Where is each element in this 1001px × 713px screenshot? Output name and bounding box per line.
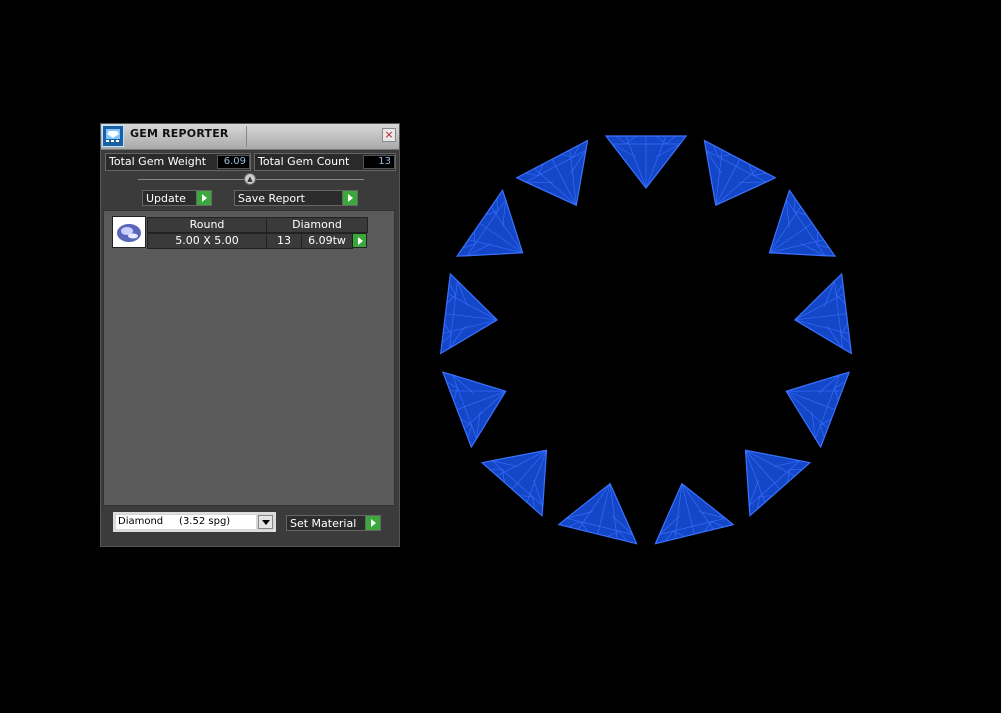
gem-shape-header: Round [147,217,267,233]
gem-wireframe [557,482,638,545]
play-arrow-icon [342,191,357,205]
total-gem-weight-box: Total Gem Weight 6.09 [105,153,251,171]
set-material-button[interactable]: Set Material [286,515,381,531]
gem-list: Round Diamond 5.00 X 5.00 13 6.09tw [103,210,395,506]
update-button-label: Update [146,192,186,205]
gem-wireframe [439,272,499,355]
gem-wireframe [654,482,735,545]
gem-reporter-icon [102,125,124,147]
gem-size-cell: 5.00 X 5.00 [147,233,267,249]
gem-reporter-panel: GEM REPORTER × Total Gem Weight 6.09 Tot… [100,123,400,547]
gem-count-cell: 13 [266,233,302,249]
round-gem-thumbnail-icon [112,216,146,248]
chevron-down-icon[interactable] [258,515,273,529]
gem-wireframe [441,371,507,449]
play-arrow-icon [365,516,380,530]
title-bar[interactable]: GEM REPORTER × [101,124,399,150]
gem-3d-viewport[interactable] [420,120,870,560]
gem-wireframe [515,139,589,207]
window-title: GEM REPORTER [130,127,229,140]
gem-wireframe [455,188,524,257]
title-separator [246,126,247,147]
total-gem-count-label: Total Gem Count [258,155,350,168]
gem-wireframe [768,188,837,257]
set-material-button-label: Set Material [290,517,357,530]
save-report-button-label: Save Report [238,192,305,205]
close-button[interactable]: × [382,128,396,142]
save-report-button[interactable]: Save Report [234,190,358,206]
play-arrow-icon [196,191,211,205]
update-button[interactable]: Update [142,190,212,206]
gem-wireframe [480,449,548,517]
gem-wireframe [793,272,853,355]
collapse-toggle-icon[interactable]: ▲ [244,173,256,185]
gem-wireframe [785,371,851,449]
total-gem-weight-value: 6.09 [217,155,250,169]
gem-wireframe [744,449,812,517]
gem-wireframe [703,139,777,207]
total-gem-weight-label: Total Gem Weight [109,155,207,168]
gem-weight-cell: 6.09tw [301,233,353,249]
total-gem-count-value: 13 [363,155,395,169]
gem-material-header: Diamond [266,217,368,233]
total-gem-count-box: Total Gem Count 13 [254,153,396,171]
material-select-value: Diamond (3.52 spg) [118,516,231,527]
material-select[interactable]: Diamond (3.52 spg) [113,512,276,532]
row-select-arrow-icon[interactable] [352,233,367,248]
material-select-field: Diamond (3.52 spg) [116,515,256,529]
gem-wireframe [604,135,688,189]
